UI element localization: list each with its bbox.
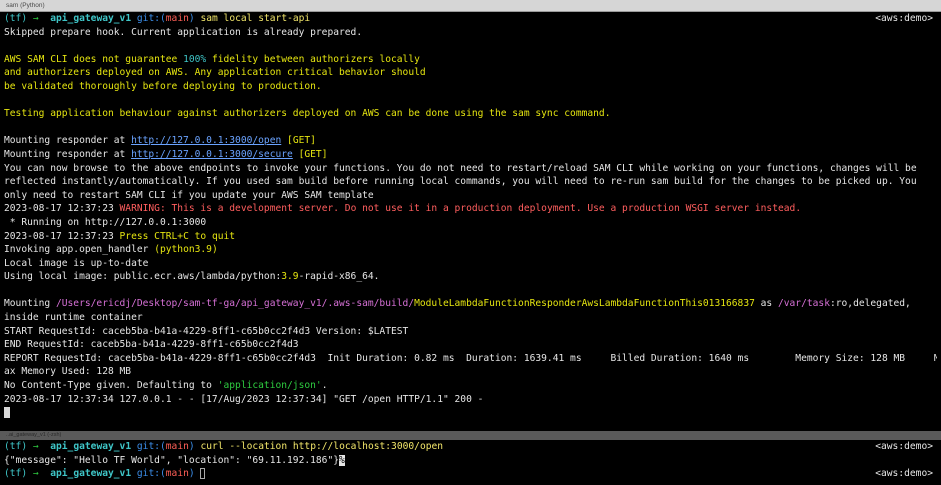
window-titlebar: sam (Python): [0, 0, 941, 12]
git-suffix: ): [188, 441, 195, 452]
output-text: Invoking app.open_handler: [4, 244, 155, 256]
output-text: No Content-Type given. Defaulting to: [4, 380, 218, 392]
pane-divider[interactable]: ..ai_gateway_v1 (-zsh): [0, 431, 941, 440]
json-response: {"message": "Hello TF World", "location"…: [4, 454, 340, 466]
text-cursor[interactable]: [200, 467, 206, 479]
timestamp: 2023-08-17 12:37:23: [4, 203, 120, 215]
git-branch: main: [165, 441, 189, 452]
prompt-arrow-icon: →: [32, 468, 39, 480]
output-line: 2023-08-17 12:37:34 127.0.0.1 - - [17/Au…: [4, 393, 484, 405]
command-text: curl --location http://localhost:3000/op…: [200, 441, 444, 452]
dir-label: api_gateway_v1: [50, 468, 132, 480]
output-text: Mounting responder at: [4, 135, 132, 147]
prompt-line: (tf) → api_gateway_v1 git:(main) curl --…: [4, 440, 937, 454]
prompt-line: (tf) → api_gateway_v1 git:(main) sam loc…: [4, 12, 937, 26]
info-line: Testing application behaviour against au…: [4, 108, 611, 120]
command-text: sam local start-api: [200, 13, 311, 24]
dir-label: api_gateway_v1: [50, 13, 132, 24]
output-line: You can now browse to the above endpoint…: [4, 162, 917, 174]
output-text: Using local image: public.ecr.aws/lambda…: [4, 271, 282, 283]
profile-indicator: <aws:demo>: [875, 13, 933, 24]
output-text: :ro,delegated,: [829, 298, 911, 310]
env-label: (tf): [4, 441, 28, 452]
output-line: START RequestId: caceb5ba-b41a-4229-8ff1…: [4, 325, 409, 337]
git-branch: main: [165, 13, 189, 24]
git-branch: main: [165, 468, 189, 480]
output-line: Invoking app.open_handler (python3.9): [4, 243, 937, 257]
method-label: [GET]: [292, 148, 328, 160]
output-line: only need to restart SAM CLI if you upda…: [4, 189, 374, 201]
text-cursor: [4, 406, 10, 418]
output-text: .: [321, 380, 328, 392]
git-suffix: ): [188, 468, 195, 480]
output-text: as: [754, 298, 778, 310]
cursor-line: [4, 406, 937, 420]
output-line: 2023-08-17 12:37:23 Press CTRL+C to quit: [4, 230, 937, 244]
warning-line: and authorizers deployed on AWS. Any app…: [4, 67, 426, 79]
quit-hint: Press CTRL+C to quit: [119, 230, 236, 242]
version-label: 3.9: [281, 271, 299, 283]
git-prefix: git:(: [136, 441, 166, 452]
git-suffix: ): [188, 13, 195, 24]
output-line: * Running on http://127.0.0.1:3000: [4, 216, 207, 228]
endpoint-link[interactable]: http://127.0.0.1:3000/open: [131, 135, 281, 146]
env-label: (tf): [4, 13, 28, 24]
server-warning: WARNING: This is a development server. D…: [119, 203, 802, 215]
output-line: ax Memory Used: 128 MB: [4, 366, 132, 378]
output-line: {"message": "Hello TF World", "location"…: [4, 454, 937, 468]
output-text: Mounting responder at: [4, 148, 132, 160]
output-line: END RequestId: caceb5ba-b41a-4229-8ff1-c…: [4, 339, 299, 351]
dir-label: api_gateway_v1: [50, 441, 132, 452]
warning-percent: 100%: [183, 53, 207, 65]
function-name: ModuleLambdaFunctionResponderAwsLambdaFu…: [414, 298, 755, 310]
profile-indicator: <aws:demo>: [875, 468, 933, 480]
warning-line: AWS SAM CLI does not guarantee 100% fide…: [4, 53, 937, 67]
output-line: Mounting /Users/ericdj/Desktop/sam-tf-ga…: [4, 297, 937, 311]
terminal-pane-sam[interactable]: (tf) → api_gateway_v1 git:(main) sam loc…: [0, 12, 941, 431]
warning-line: 2023-08-17 12:37:23 WARNING: This is a d…: [4, 202, 937, 216]
mount-line: Mounting responder at http://127.0.0.1:3…: [4, 134, 937, 148]
terminal-pane-zsh[interactable]: (tf) → api_gateway_v1 git:(main) curl --…: [0, 440, 941, 485]
warning-text: AWS SAM CLI does not guarantee: [4, 53, 184, 65]
output-line: reflected instantly/automatically. If yo…: [4, 176, 917, 188]
endpoint-link[interactable]: http://127.0.0.1:3000/secure: [131, 149, 293, 160]
mount-path: /Users/ericdj/Desktop/sam-tf-ga/api_gate…: [55, 298, 415, 310]
warning-line: be validated thoroughly before deploying…: [4, 80, 322, 92]
content-type: 'application/json': [217, 380, 322, 392]
pane-title: ..ai_gateway_v1 (-zsh): [6, 432, 62, 438]
git-prefix: git:(: [136, 468, 166, 480]
runtime-label: (python3.9): [154, 244, 218, 256]
output-line: REPORT RequestId: caceb5ba-b41a-4229-8ff…: [4, 352, 937, 364]
timestamp: 2023-08-17 12:37:23: [4, 230, 120, 242]
git-prefix: git:(: [136, 13, 166, 24]
mount-target: /var/task: [777, 298, 830, 310]
output-line: Using local image: public.ecr.aws/lambda…: [4, 270, 937, 284]
prompt-arrow-icon: →: [32, 13, 39, 24]
mount-line: Mounting responder at http://127.0.0.1:3…: [4, 148, 937, 162]
no-newline-mark: %: [339, 454, 345, 466]
warning-text: fidelity between authorizers locally: [206, 53, 420, 65]
output-line: Skipped prepare hook. Current applicatio…: [4, 26, 363, 38]
method-label: [GET]: [281, 135, 316, 147]
output-line: Local image is up-to-date: [4, 257, 149, 269]
output-text: -rapid-x86_64.: [298, 271, 380, 283]
prompt-arrow-icon: →: [32, 441, 39, 452]
prompt-line: (tf) → api_gateway_v1 git:(main) <aws:de…: [4, 467, 937, 481]
output-line: inside runtime container: [4, 312, 143, 324]
output-text: Mounting: [4, 298, 56, 310]
profile-indicator: <aws:demo>: [875, 441, 933, 452]
window-title: sam (Python): [6, 2, 45, 9]
output-line: No Content-Type given. Defaulting to 'ap…: [4, 379, 937, 393]
env-label: (tf): [4, 468, 28, 480]
